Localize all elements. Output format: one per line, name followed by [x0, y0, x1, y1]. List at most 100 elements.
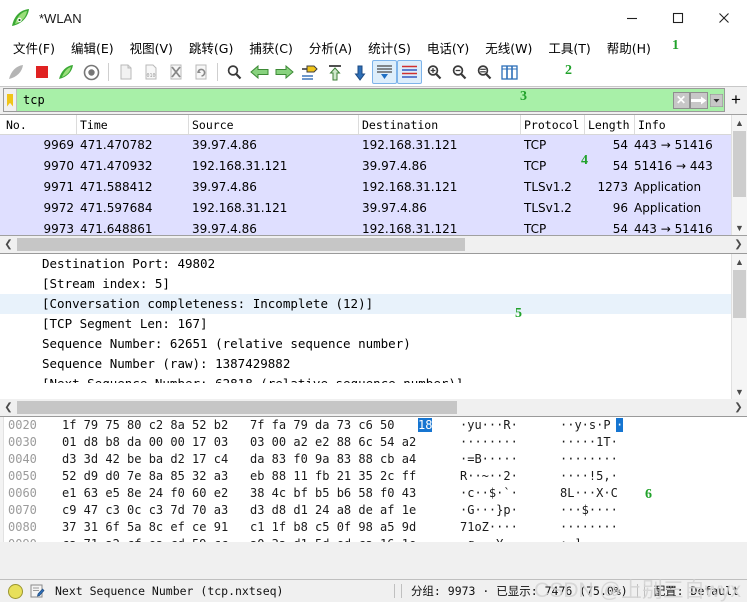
add-filter-button-icon[interactable]: +	[725, 88, 747, 112]
column-header-source[interactable]: Source	[192, 118, 234, 132]
packet-list-vertical-scrollbar[interactable]: ▲ ▼	[731, 115, 747, 235]
scrollbar-thumb[interactable]	[17, 401, 457, 414]
go-last-packet-icon[interactable]	[347, 60, 372, 84]
menu-item-telephony[interactable]: 电话(Y)	[419, 37, 477, 58]
menu-item-tools[interactable]: 工具(T)	[540, 37, 598, 58]
expert-info-circle-icon[interactable]	[8, 583, 23, 599]
menu-item-capture[interactable]: 捕获(C)	[241, 37, 300, 58]
table-row[interactable]: 9969 471.470782 39.97.4.86 192.168.31.12…	[0, 135, 747, 156]
detail-row[interactable]: [TCP Segment Len: 167]	[0, 314, 747, 334]
column-header-info[interactable]: Info	[638, 118, 666, 132]
scrollbar-thumb[interactable]	[17, 238, 465, 251]
scroll-right-icon[interactable]: ❯	[730, 402, 747, 413]
zoom-out-icon[interactable]	[447, 60, 472, 84]
capture-file-properties-icon[interactable]	[30, 584, 45, 598]
cell-no: 9971	[43, 180, 74, 194]
packet-list-horizontal-scrollbar[interactable]: ❮ ❯	[0, 236, 747, 253]
byte-ascii-left: ·=B·····	[460, 452, 518, 466]
clear-filter-icon[interactable]: ✕	[672, 91, 690, 109]
auto-scroll-icon[interactable]	[372, 60, 397, 84]
byte-hex-left: 01 d8 b8 da 00 00 17 03	[62, 435, 229, 449]
detail-row-selected[interactable]: [Conversation completeness: Incomplete (…	[0, 294, 747, 314]
column-header-no[interactable]: No.	[6, 118, 27, 132]
status-profile[interactable]: 配置: Default	[654, 583, 739, 599]
detail-vertical-scrollbar[interactable]: ▲ ▼	[731, 254, 747, 399]
detail-row[interactable]: Destination Port: 49802	[0, 254, 747, 274]
save-file-icon[interactable]: 010	[138, 60, 163, 84]
menu-item-view[interactable]: 视图(V)	[122, 37, 181, 58]
zoom-in-icon[interactable]	[422, 60, 447, 84]
status-field-text: Next Sequence Number (tcp.nxtseq)	[55, 584, 284, 598]
reload-file-icon[interactable]	[188, 60, 213, 84]
table-row[interactable]: 9970 471.470932 192.168.31.121 39.97.4.8…	[0, 156, 747, 177]
menu-bar: 文件(F) 编辑(E) 视图(V) 跳转(G) 捕获(C) 分析(A) 统计(S…	[0, 36, 747, 58]
close-file-icon[interactable]	[163, 60, 188, 84]
bytes-row[interactable]: 0090 ca 71 a2 cf ea cd 59 cc a0 3a d1 5d…	[0, 536, 747, 542]
wireshark-shark-fin-icon	[10, 8, 32, 28]
maximize-icon[interactable]	[655, 0, 701, 36]
scroll-left-icon[interactable]: ❮	[0, 402, 17, 413]
detail-row-text: Sequence Number: 62651 (relative sequenc…	[42, 336, 411, 351]
menu-item-analyze[interactable]: 分析(A)	[301, 37, 360, 58]
resize-columns-icon[interactable]	[497, 60, 522, 84]
start-capture-icon[interactable]	[4, 60, 29, 84]
bytes-row[interactable]: 0070 c9 47 c3 0c c3 7d 70 a3 d3 d8 d1 24…	[0, 502, 747, 519]
byte-offset: 0040	[8, 452, 37, 466]
detail-row[interactable]: [Next Sequence Number: 62818 (relative s…	[0, 374, 747, 383]
scroll-left-icon[interactable]: ❮	[0, 239, 17, 250]
menu-item-wireless[interactable]: 无线(W)	[477, 37, 540, 58]
apply-filter-arrow-icon[interactable]	[690, 91, 708, 109]
filter-bookmark-icon[interactable]	[4, 89, 17, 111]
column-header-protocol[interactable]: Protocol	[524, 118, 579, 132]
bytes-row[interactable]: 0060 e1 63 e5 8e 24 f0 60 e2 38 4c bf b5…	[0, 485, 747, 502]
menu-item-edit[interactable]: 编辑(E)	[63, 37, 122, 58]
menu-item-statistics[interactable]: 统计(S)	[360, 37, 419, 58]
open-file-icon[interactable]	[113, 60, 138, 84]
menu-item-go[interactable]: 跳转(G)	[181, 37, 241, 58]
menu-item-help[interactable]: 帮助(H)	[599, 37, 659, 58]
byte-hex-right: eb 88 11 fb 21 35 2c ff	[250, 469, 417, 483]
close-icon[interactable]	[701, 0, 747, 36]
display-filter-input[interactable]: tcp ✕	[3, 88, 725, 112]
scrollbar-thumb[interactable]	[733, 131, 746, 197]
restart-capture-icon[interactable]	[54, 60, 79, 84]
bytes-row[interactable]: 0020 1f 79 75 80 c2 8a 52 b2 7f fa 79 da…	[0, 417, 747, 434]
detail-row[interactable]: Sequence Number (raw): 1387429882	[0, 354, 747, 374]
column-header-destination[interactable]: Destination	[362, 118, 438, 132]
chevron-down-icon[interactable]	[708, 92, 724, 109]
go-first-packet-icon[interactable]	[322, 60, 347, 84]
minimize-icon[interactable]	[609, 0, 655, 36]
colorize-icon[interactable]	[397, 60, 422, 84]
scroll-up-icon[interactable]: ▲	[732, 115, 747, 130]
scroll-up-icon[interactable]: ▲	[732, 254, 747, 269]
stop-capture-icon[interactable]	[29, 60, 54, 84]
cell-time: 471.470782	[80, 138, 153, 152]
go-forward-icon[interactable]	[272, 60, 297, 84]
menu-item-file[interactable]: 文件(F)	[5, 37, 63, 58]
table-row[interactable]: 9972 471.597684 192.168.31.121 39.97.4.8…	[0, 198, 747, 219]
column-header-time[interactable]: Time	[80, 118, 108, 132]
detail-row[interactable]: [Stream index: 5]	[0, 274, 747, 294]
cell-length: 54	[612, 159, 628, 173]
go-to-packet-icon[interactable]	[297, 60, 322, 84]
detail-horizontal-scrollbar[interactable]: ❮ ❯	[0, 399, 747, 416]
capture-options-icon[interactable]	[79, 60, 104, 84]
go-back-icon[interactable]	[247, 60, 272, 84]
cell-no: 9969	[43, 138, 74, 152]
scrollbar-thumb[interactable]	[733, 270, 746, 318]
column-header-length[interactable]: Length	[588, 118, 630, 132]
title-bar: *WLAN	[0, 0, 747, 36]
find-packet-icon[interactable]	[222, 60, 247, 84]
table-row[interactable]: 9973 471.648861 39.97.4.86 192.168.31.12…	[0, 219, 747, 235]
bytes-row[interactable]: 0080 37 31 6f 5a 8c ef ce 91 c1 1f b8 c5…	[0, 519, 747, 536]
bytes-row[interactable]: 0040 d3 3d 42 be ba d2 17 c4 da 83 f0 9a…	[0, 451, 747, 468]
scroll-down-icon[interactable]: ▼	[732, 384, 747, 399]
bytes-row[interactable]: 0030 01 d8 b8 da 00 00 17 03 03 00 a2 e2…	[0, 434, 747, 451]
scroll-down-icon[interactable]: ▼	[732, 220, 747, 235]
byte-hex-left: 1f 79 75 80 c2 8a 52 b2	[62, 418, 229, 432]
zoom-reset-icon[interactable]	[472, 60, 497, 84]
table-row[interactable]: 9971 471.588412 39.97.4.86 192.168.31.12…	[0, 177, 747, 198]
scroll-right-icon[interactable]: ❯	[730, 239, 747, 250]
detail-row[interactable]: Sequence Number: 62651 (relative sequenc…	[0, 334, 747, 354]
bytes-row[interactable]: 0050 52 d9 d0 7e 8a 85 32 a3 eb 88 11 fb…	[0, 468, 747, 485]
